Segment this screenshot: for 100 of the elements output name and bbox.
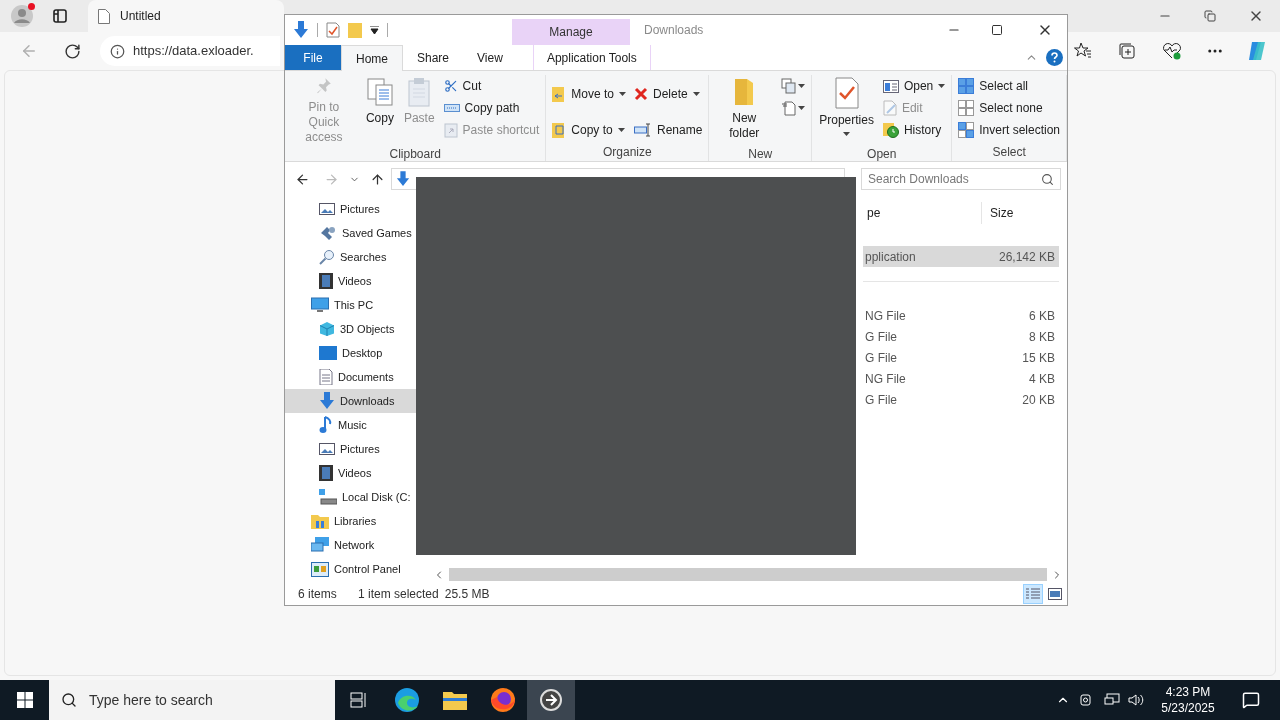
tree-item[interactable]: Videos	[285, 269, 417, 293]
caret-icon	[938, 84, 946, 88]
restore-button[interactable]	[1204, 10, 1216, 22]
file-row[interactable]: NG File 6 KB	[863, 305, 1059, 326]
file-tab[interactable]: File	[285, 45, 341, 70]
table-cell-text: 6 KB	[1028, 307, 1056, 325]
properties-icon	[833, 77, 860, 109]
file-row[interactable]: NG File 4 KB	[863, 368, 1059, 389]
tab-actions-icon[interactable]	[53, 9, 67, 23]
tree-item[interactable]: Control Panel	[285, 557, 417, 581]
column-header[interactable]: Size	[982, 202, 1014, 224]
folder-icon	[733, 77, 756, 107]
help-icon[interactable]	[1046, 49, 1063, 66]
address-bar[interactable]: https://data.exloader.	[100, 36, 280, 66]
tree-item[interactable]: Network	[285, 533, 417, 557]
task-view-icon	[350, 692, 368, 708]
customize-icon[interactable]	[370, 26, 379, 34]
ribbon-button[interactable]: Cut	[441, 75, 542, 97]
search-icon	[61, 692, 77, 708]
column-header[interactable]: pe	[863, 202, 982, 224]
pictures-icon	[319, 442, 335, 456]
tree-item[interactable]: Videos	[285, 461, 417, 485]
collections-icon[interactable]	[1118, 42, 1136, 60]
properties-icon[interactable]	[326, 22, 340, 38]
back-button[interactable]	[295, 171, 310, 187]
ribbon-button[interactable]: Select none	[956, 97, 1062, 119]
group-label: Select	[991, 144, 1027, 161]
tree-item[interactable]: Music	[285, 413, 417, 437]
file-row[interactable]: pplication 26,142 KB	[863, 246, 1059, 267]
tree-item[interactable]: Desktop	[285, 341, 417, 365]
tree-item-label: Videos	[338, 465, 372, 481]
ribbon-button[interactable]: Copy	[362, 75, 397, 145]
reload-button[interactable]	[64, 42, 81, 60]
computer-icon	[311, 297, 329, 313]
maximize-button[interactable]	[991, 24, 1003, 36]
taskbar-search-field[interactable]: Type here to search	[49, 680, 335, 720]
copilot-icon[interactable]	[1246, 40, 1268, 62]
scissors-icon	[443, 79, 458, 93]
ribbon-button[interactable]: Open	[880, 75, 948, 97]
ribbon-button[interactable]: History	[880, 119, 948, 141]
file-row[interactable]: G File 8 KB	[863, 326, 1059, 347]
file-row[interactable]: G File 15 KB	[863, 347, 1059, 368]
rename-icon	[634, 123, 652, 137]
meet-icon[interactable]	[1080, 693, 1094, 707]
ribbon-button[interactable]: Delete	[632, 83, 705, 105]
table-cell-text: G File	[864, 328, 898, 346]
tree-item[interactable]: Pictures	[285, 437, 417, 461]
download-icon[interactable]	[293, 21, 309, 39]
caret-icon	[843, 132, 851, 136]
notifications-icon[interactable]	[1242, 691, 1260, 709]
ribbon-button[interactable]: Properties	[816, 75, 877, 145]
tree-item[interactable]: Documents	[285, 365, 417, 389]
cube-icon	[319, 321, 335, 337]
tree-item-label: Pictures	[340, 441, 380, 457]
page-icon	[98, 8, 110, 24]
ribbon-tab[interactable]: View	[463, 45, 517, 70]
caret-icon	[798, 106, 806, 110]
tree-item-label: Desktop	[342, 345, 383, 361]
taskbar-button[interactable]	[527, 680, 575, 720]
file-row[interactable]: G File 20 KB	[863, 389, 1059, 410]
table-cell-text: 8 KB	[1028, 328, 1056, 346]
ribbon-button[interactable]: Copy path	[441, 97, 542, 119]
tree-item[interactable]: Saved Games	[285, 221, 417, 245]
control-panel-icon	[311, 561, 329, 577]
caret-icon	[798, 84, 806, 88]
ribbon-button[interactable]	[779, 75, 808, 97]
ribbon-button[interactable]: Select all	[956, 75, 1062, 97]
ribbon-button[interactable]: Rename	[632, 119, 705, 141]
scrollbar-thumb[interactable]	[449, 568, 1047, 581]
table-cell-text: NG File	[864, 307, 907, 325]
tree-item-label: Libraries	[334, 513, 377, 529]
profile-icon[interactable]	[10, 4, 34, 28]
tree-item[interactable]: Searches	[285, 245, 417, 269]
group-label: Clipboard	[388, 146, 442, 163]
ribbon-button[interactable]: Invert selection	[956, 119, 1062, 141]
tree-item[interactable]: Local Disk (C:	[285, 485, 417, 509]
browser-tab[interactable]: Untitled	[88, 0, 284, 32]
ribbon-button[interactable]: New folder	[713, 75, 776, 145]
table-cell-text: 15 KB	[1021, 349, 1056, 367]
tree-item[interactable]: Downloads	[285, 389, 417, 413]
ribbon-tab[interactable]: Share	[403, 45, 464, 70]
health-icon[interactable]	[1162, 42, 1182, 60]
table-cell-text: pplication	[864, 248, 917, 266]
download-icon	[319, 392, 335, 410]
ribbon-button[interactable]: Move to	[550, 83, 628, 105]
invert-selection-icon	[958, 122, 975, 138]
folder-icon	[443, 690, 467, 710]
ribbon-tab[interactable]: Home	[341, 45, 403, 71]
clock[interactable]: 4:23 PM 5/23/2025	[1154, 684, 1222, 716]
volume-icon[interactable]	[1128, 693, 1144, 707]
tree-item[interactable]: Pictures	[285, 197, 417, 221]
search-field[interactable]: Search Downloads	[861, 168, 1061, 190]
up-button[interactable]	[370, 171, 385, 187]
tree-item[interactable]: This PC	[285, 293, 417, 317]
tree-item[interactable]: 3D Objects	[285, 317, 417, 341]
ribbon-tab[interactable]: Application Tools	[532, 45, 651, 70]
network-icon[interactable]	[1104, 693, 1120, 707]
tree-item[interactable]: Libraries	[285, 509, 417, 533]
favorites-icon[interactable]	[1074, 42, 1092, 60]
ribbon-button[interactable]: Copy to	[550, 119, 628, 141]
